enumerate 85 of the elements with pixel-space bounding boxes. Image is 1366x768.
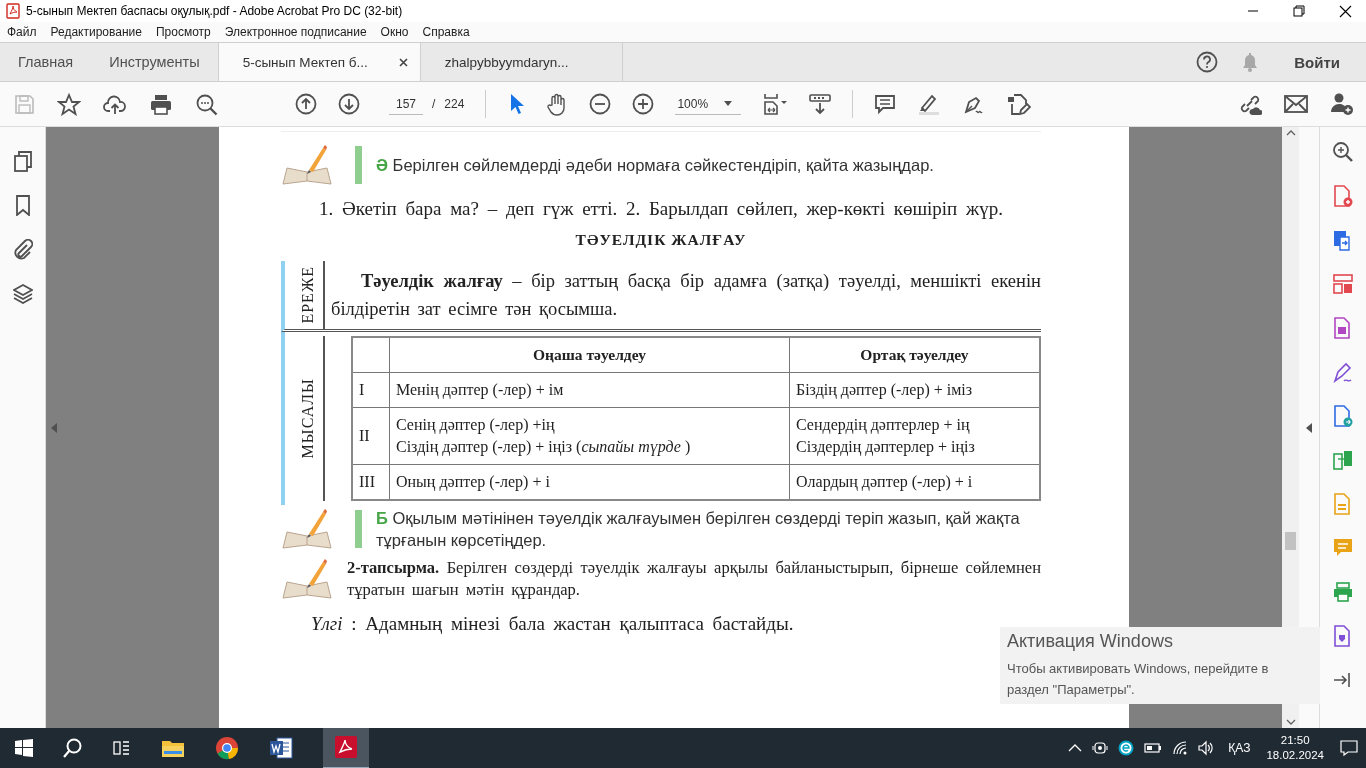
paragraph: 1. Әкетіп бара ма? – деп гүж етті. 2. Барылдап сөйлеп, жер-көкті көшіріп жүр. [318, 197, 1004, 221]
battery-icon[interactable] [1144, 740, 1163, 756]
activation-title: Активация Windows [1007, 631, 1174, 652]
accent-bar [355, 146, 362, 184]
activation-text: Чтобы активировать Windows, перейдите в раздел "Параметры". [1007, 660, 1270, 699]
menu-item[interactable]: Файл [7, 25, 37, 39]
scroll-mode-icon[interactable] [809, 93, 832, 115]
document-plus-icon[interactable] [1332, 185, 1354, 207]
page-number-field[interactable]: 157 [389, 93, 423, 115]
caret-icon[interactable] [724, 101, 733, 106]
section-heading: ТӘУЕЛДІК ЖАЛҒАУ [574, 231, 748, 249]
page-separator: / [432, 97, 436, 111]
word-icon[interactable] [269, 736, 293, 760]
close-icon[interactable] [1339, 4, 1352, 18]
sign-in-button[interactable]: Войти [1282, 51, 1340, 73]
scroll-up-icon[interactable] [1285, 129, 1296, 137]
table-header-cell [352, 337, 390, 373]
tab[interactable]: 5-сынып Мектеп б... [217, 43, 421, 81]
windows-start-icon[interactable] [15, 739, 33, 757]
magnifier-icon[interactable] [1332, 141, 1354, 163]
document-arrow-icon[interactable] [1332, 405, 1354, 427]
menu-item[interactable]: Справка [422, 25, 470, 39]
highlighter-icon[interactable] [917, 92, 942, 116]
window-title: 5-сынып Мектеп баспасы оқулық.pdf - Adobe Acrobat Pro DC (32-bit) [26, 4, 404, 18]
taskbar-app-button[interactable] [323, 727, 369, 768]
rule-text: Тәуелдік жалғау – бір заттың басқа бір адамға (затқа) тәуелді, меншікті екенін білдіретін зат есімге тән қосымша. [330, 270, 1041, 321]
zoom-out-icon[interactable] [589, 93, 612, 115]
side-label: ЕРЕЖЕ [299, 266, 317, 324]
book-pencil-icon [281, 558, 333, 600]
bookmark-icon[interactable] [13, 195, 32, 216]
menu-item[interactable]: Редактирование [50, 25, 142, 39]
menu-item[interactable]: Электронное подписание [224, 25, 367, 39]
page-total: 224 [444, 97, 465, 111]
add-user-icon[interactable] [1330, 92, 1354, 116]
layout-icon[interactable] [1332, 273, 1354, 295]
arrow-up-circle-icon[interactable] [295, 93, 317, 115]
arrow-down-circle-icon[interactable] [338, 93, 360, 115]
close-icon[interactable] [398, 57, 408, 67]
search-icon[interactable] [63, 738, 83, 758]
restore-icon[interactable] [1293, 5, 1305, 17]
table-header-cell: Оңаша тәуелдеу [389, 337, 790, 373]
speaker-icon[interactable] [1198, 740, 1215, 756]
menu-item[interactable]: Окно [380, 25, 409, 39]
fit-page-icon[interactable] [762, 92, 789, 116]
assignment-text: 2-тапсырма. Берілген сөздерді тәуелдік жалғауы арқылы байланыстырып, бірнеше сөйлемнен тұратын шағын мәтін құрандар. [347, 557, 1041, 601]
accent-bar [355, 510, 362, 548]
letter-e-icon[interactable] [1118, 740, 1135, 756]
pages-icon[interactable] [12, 151, 33, 172]
scroll-down-icon[interactable] [1285, 718, 1296, 726]
document-split-icon[interactable] [1332, 449, 1354, 471]
task-view-icon[interactable] [113, 739, 131, 757]
task-text: Б Оқылым мәтінінен тәуелдік жалғауымен берілген сөздерді теріп жазып, қай жақта тұрғанын көрсетіңдер. [376, 508, 1021, 551]
menu-item[interactable]: Просмотр [155, 25, 211, 39]
edit-document-icon[interactable] [1007, 92, 1032, 116]
pdf-icon [6, 3, 20, 19]
clock-date[interactable]: 18.02.2024 [1266, 748, 1324, 763]
paperclip-icon[interactable] [12, 239, 33, 260]
printer-icon[interactable] [149, 92, 173, 116]
table-cell: Сенің дәптер (-лер) +ің Сіздің дәптер (-лер) + іңіз (сыпайы түрде ) [389, 407, 790, 465]
comment-icon[interactable] [874, 93, 897, 115]
pen-icon[interactable] [1332, 361, 1354, 383]
notification-icon[interactable] [1340, 739, 1358, 757]
zoom-dropdown[interactable]: 100% [675, 93, 742, 115]
clock-time[interactable]: 21:50 [1280, 733, 1310, 748]
zoom-in-icon[interactable] [632, 93, 655, 115]
task-text: Ә Берілген сөйлемдерді әдеби нормаға сәйкестендіріп, қайта жазыңдар. [376, 155, 934, 176]
star-icon[interactable] [57, 92, 81, 116]
webcam-icon[interactable] [1092, 740, 1109, 756]
browser-icon[interactable] [215, 736, 239, 760]
layers-icon[interactable] [12, 283, 33, 304]
language-indicator[interactable]: ҚАЗ [1228, 741, 1251, 755]
wifi-icon[interactable] [1172, 740, 1189, 756]
table-cell: I [352, 372, 390, 408]
mail-icon[interactable] [1284, 93, 1308, 115]
book-pencil-icon [281, 508, 333, 550]
collapse-right-icon[interactable] [1306, 422, 1312, 433]
scrollbar-thumb[interactable] [1285, 532, 1296, 550]
help-icon[interactable] [1196, 51, 1219, 73]
table-cell: Менің дәптер (-лер) + ім [389, 372, 790, 408]
side-label: МЫСАЛЫ [299, 378, 317, 459]
example-text: Үлгі : Адамның мінезі бала жастан қалыптаса бастайды. [311, 613, 795, 635]
table-cell: II [352, 407, 390, 465]
book-pencil-icon [281, 144, 333, 186]
chevron-up-icon[interactable] [1068, 743, 1083, 753]
search-icon[interactable] [195, 92, 218, 116]
